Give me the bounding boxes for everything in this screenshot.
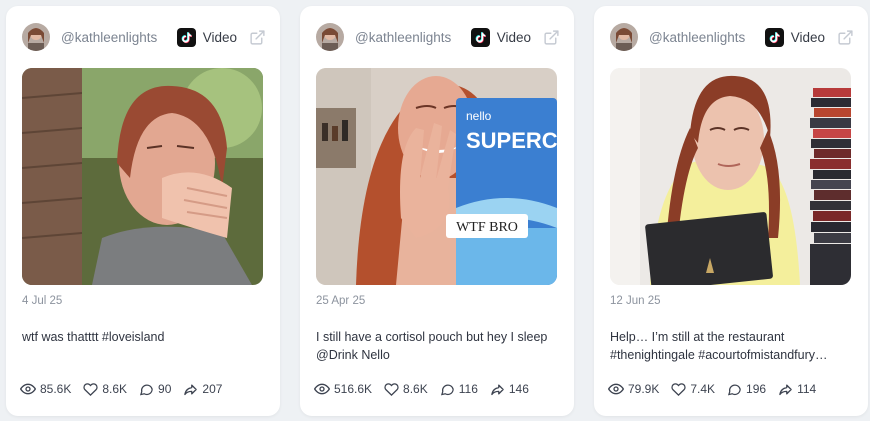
video-thumbnail[interactable]: nello SUPERCA WTF BRO <box>316 68 557 285</box>
caption-line: wtf was thatttt #loveisland <box>22 330 165 344</box>
heart-icon <box>83 382 98 396</box>
views-count: 85.6K <box>40 382 72 396</box>
comments-stat: 90 <box>139 382 171 397</box>
shares-count: 114 <box>797 382 817 396</box>
engagement-stats: 85.6K 8.6K 90 207 <box>20 381 234 397</box>
comment-icon <box>440 383 454 395</box>
caption-line: #thenightingale #acourtofmistandfury… <box>610 348 828 362</box>
caption-line: I still have a cortisol pouch but hey I … <box>316 330 548 344</box>
likes-stat: 8.6K <box>83 382 127 397</box>
video-overlay-text: WTF BRO <box>456 220 518 235</box>
account-handle[interactable]: @kathleenlights <box>649 30 765 45</box>
engagement-stats: 516.6K 8.6K 116 146 <box>314 381 541 397</box>
views-count: 79.9K <box>628 382 660 396</box>
likes-stat: 8.6K <box>384 382 428 397</box>
post-type-label: Video <box>790 29 825 45</box>
post-caption: Help… I’m still at the restaurant #theni… <box>610 328 856 364</box>
share-icon <box>779 384 792 395</box>
product-name-text: SUPERCA <box>466 128 557 153</box>
eye-icon <box>608 383 624 395</box>
avatar[interactable] <box>22 23 50 51</box>
comments-count: 90 <box>158 382 172 396</box>
shares-stat: 114 <box>778 382 816 397</box>
shares-stat: 207 <box>183 382 222 397</box>
post-header: @kathleenlights Video <box>22 22 266 52</box>
heart-icon <box>671 382 686 396</box>
avatar[interactable] <box>610 23 638 51</box>
post-date: 12 Jun 25 <box>610 295 661 307</box>
post-header: @kathleenlights Video <box>316 22 560 52</box>
post-date: 4 Jul 25 <box>22 295 63 307</box>
account-handle[interactable]: @kathleenlights <box>355 30 471 45</box>
eye-icon <box>314 383 330 395</box>
account-handle[interactable]: @kathleenlights <box>61 30 177 45</box>
caption-line: @Drink Nello <box>316 348 390 362</box>
eye-icon <box>20 383 36 395</box>
views-stat: 516.6K <box>314 381 372 397</box>
product-brand-text: nello <box>466 109 492 123</box>
comment-icon <box>140 383 153 395</box>
shares-stat: 146 <box>490 382 529 397</box>
tiktok-icon <box>470 27 490 47</box>
post-caption: wtf was thatttt #loveisland <box>22 328 268 346</box>
shares-count: 146 <box>508 382 529 396</box>
avatar[interactable] <box>316 23 344 51</box>
comments-stat: 196 <box>727 382 766 397</box>
comments-count: 116 <box>458 382 478 396</box>
heart-icon <box>384 382 399 396</box>
external-link-icon[interactable] <box>837 29 854 46</box>
shares-count: 207 <box>202 382 223 396</box>
video-thumbnail[interactable] <box>22 68 263 285</box>
external-link-icon[interactable] <box>543 29 560 46</box>
engagement-stats: 79.9K 7.4K 196 114 <box>608 381 828 397</box>
post-type-label: Video <box>496 29 531 45</box>
post-card[interactable]: @kathleenlights Video 4 Jul 25 wtf was t… <box>6 6 280 416</box>
comments-count: 196 <box>746 382 767 396</box>
likes-count: 7.4K <box>690 382 716 396</box>
likes-stat: 7.4K <box>671 382 715 397</box>
external-link-icon[interactable] <box>249 29 266 46</box>
post-card[interactable]: @kathleenlights Video nello SUPERCA WTF … <box>300 6 574 416</box>
comments-stat: 116 <box>440 382 478 397</box>
views-stat: 79.9K <box>608 381 659 397</box>
share-icon <box>491 384 504 395</box>
likes-count: 8.6K <box>102 382 128 396</box>
views-stat: 85.6K <box>20 381 71 397</box>
share-icon <box>184 384 198 395</box>
post-date: 25 Apr 25 <box>316 295 366 307</box>
post-card[interactable]: @kathleenlights Video 12 Jun 25 Help… I’… <box>594 6 868 416</box>
tiktok-icon <box>176 27 196 47</box>
caption-line: Help… I’m still at the restaurant <box>610 330 785 344</box>
video-thumbnail[interactable] <box>610 68 851 285</box>
post-type-label: Video <box>202 29 237 45</box>
tiktok-icon <box>764 27 784 47</box>
comment-icon <box>728 383 741 395</box>
post-caption: I still have a cortisol pouch but hey I … <box>316 328 562 364</box>
likes-count: 8.6K <box>403 382 428 396</box>
views-count: 516.6K <box>334 382 373 396</box>
post-header: @kathleenlights Video <box>610 22 854 52</box>
